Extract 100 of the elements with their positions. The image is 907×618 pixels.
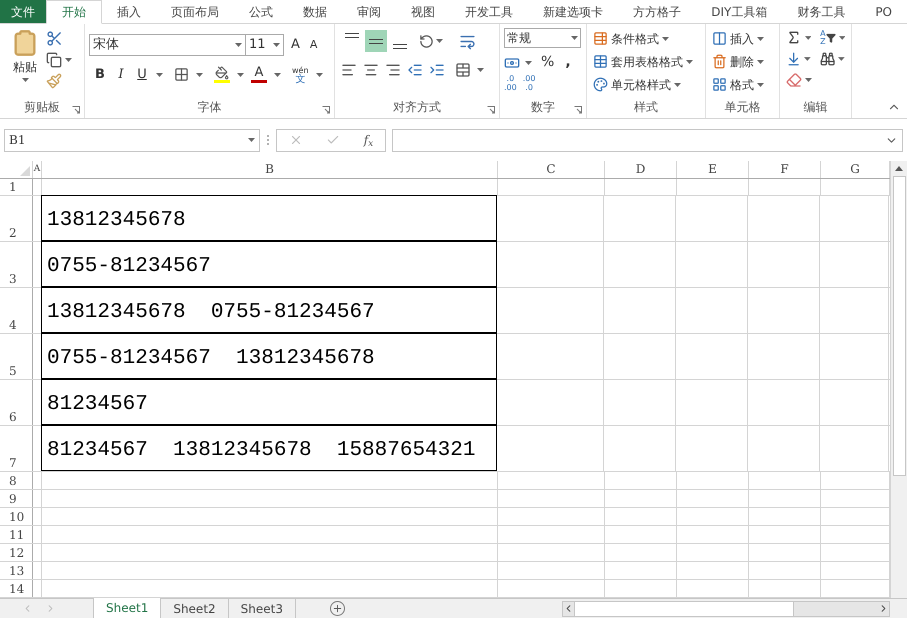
orientation-icon[interactable] <box>419 34 434 48</box>
caret-icon <box>757 36 764 40</box>
row-header[interactable]: 1 <box>0 179 33 195</box>
row-header[interactable]: 13 <box>0 562 33 579</box>
row-header[interactable]: 5 <box>0 334 33 379</box>
row-header[interactable]: 10 <box>0 508 33 525</box>
column-header[interactable]: B <box>42 161 498 178</box>
row-header[interactable]: 14 <box>0 580 33 597</box>
row-header[interactable]: 9 <box>0 490 33 507</box>
group-label: 数字 <box>530 100 556 115</box>
increase-decimal-button[interactable]: .0 .00 <box>504 74 517 92</box>
shrink-font-button[interactable]: A <box>306 36 320 54</box>
column-header[interactable]: C <box>498 161 605 178</box>
comma-button[interactable]: , <box>565 52 571 73</box>
row-header[interactable]: 3 <box>0 242 33 287</box>
increase-indent-icon[interactable] <box>429 62 445 78</box>
dialog-launcher-icon[interactable] <box>322 106 330 114</box>
group-label: 编辑 <box>802 100 828 115</box>
file-tab[interactable]: 文件 <box>0 0 46 23</box>
font-size-field[interactable]: 11 <box>246 34 284 56</box>
row-header[interactable]: 7 <box>0 426 33 471</box>
caret-icon <box>838 57 845 61</box>
table-cell: 81234567 13812345678 15887654321 <box>41 425 497 471</box>
row-header[interactable]: 12 <box>0 544 33 561</box>
group-label: 剪贴板 <box>23 100 61 115</box>
borders-icon[interactable] <box>174 67 189 82</box>
column-header[interactable]: A <box>33 161 42 178</box>
sort-filter-button[interactable]: A Z <box>820 30 836 46</box>
caret-icon <box>571 36 578 40</box>
scroll-up-icon[interactable] <box>895 166 903 171</box>
caret-icon <box>316 72 323 77</box>
row-header[interactable]: 8 <box>0 472 33 489</box>
styles-menu-button[interactable]: 套用表格格式 <box>593 52 699 71</box>
caret-icon <box>196 72 203 77</box>
font-name-field[interactable]: 宋体 <box>89 34 246 56</box>
group-label: 字体 <box>196 100 222 115</box>
dialog-launcher-icon[interactable] <box>72 106 80 114</box>
vertical-align-button[interactable] <box>365 30 387 52</box>
cut-icon[interactable] <box>46 30 63 47</box>
phonetic-button[interactable]: wén 文 <box>292 66 309 84</box>
copy-icon[interactable] <box>46 52 62 68</box>
horizontal-scrollbar[interactable] <box>562 600 890 616</box>
caret-icon <box>804 36 812 40</box>
conditional-format-icon <box>593 31 608 46</box>
table-cell: 13812345678 0755-81234567 <box>41 287 497 333</box>
row-header[interactable]: 2 <box>0 196 33 241</box>
bold-button[interactable]: B <box>93 65 107 84</box>
name-box[interactable]: B1 <box>4 128 260 152</box>
caret-icon <box>274 72 281 77</box>
sheet-tab[interactable]: Sheet3 <box>228 598 296 618</box>
insert-function-button[interactable]: f$_{x}$ <box>364 131 374 149</box>
align-left-icon[interactable] <box>341 62 357 78</box>
row-header[interactable]: 11 <box>0 526 33 543</box>
column-header[interactable]: E <box>677 161 749 178</box>
group-label: 对齐方式 <box>392 100 442 115</box>
cells-menu-button[interactable]: 格式 <box>712 75 773 94</box>
fill-color-icon[interactable] <box>215 66 229 80</box>
align-right-icon[interactable] <box>385 62 401 78</box>
ribbon-tab[interactable]: 开始 <box>46 0 102 24</box>
align-center-icon[interactable] <box>363 62 379 78</box>
align-lines-icon <box>369 38 383 44</box>
merge-cells-icon[interactable] <box>455 62 471 78</box>
decrease-indent-icon[interactable] <box>407 62 423 78</box>
sheet-tab[interactable]: Sheet1 <box>93 598 162 618</box>
underline-button[interactable]: U <box>135 65 149 84</box>
caret-icon <box>248 138 255 142</box>
formula-field[interactable] <box>392 128 903 152</box>
caret-icon <box>838 36 845 40</box>
group-label: 样式 <box>633 100 659 115</box>
font-color-button[interactable]: A <box>251 66 267 84</box>
decrease-decimal-button[interactable]: .00 .0 <box>522 74 536 92</box>
find-icon[interactable] <box>820 51 836 67</box>
new-sheet-button[interactable] <box>330 601 345 616</box>
fill-icon[interactable] <box>786 51 802 67</box>
vertical-scrollbar[interactable] <box>890 161 907 598</box>
italic-button[interactable]: I <box>114 65 128 84</box>
grow-font-button[interactable]: A <box>288 35 303 55</box>
cells-menu-button[interactable]: 插入 <box>712 29 773 48</box>
caret-icon <box>757 60 764 64</box>
corner-triangle-icon <box>20 166 30 176</box>
row-header[interactable]: 6 <box>0 380 33 425</box>
grid-icon <box>712 77 727 92</box>
palette-icon <box>593 77 608 92</box>
paste-button[interactable]: 粘贴 <box>8 29 42 99</box>
styles-menu-button[interactable]: 单元格样式 <box>593 75 699 94</box>
clear-icon[interactable] <box>786 72 802 88</box>
caret-icon <box>804 57 811 61</box>
cells-menu-button[interactable]: 删除 <box>712 52 773 71</box>
dialog-launcher-icon[interactable] <box>574 106 582 114</box>
row-header[interactable]: 4 <box>0 288 33 333</box>
percent-button[interactable]: % <box>541 52 554 73</box>
table-cell: 81234567 <box>41 379 497 425</box>
column-header[interactable]: F <box>749 161 821 178</box>
styles-menu-button[interactable]: 条件格式 <box>593 29 699 48</box>
column-header[interactable]: D <box>605 161 677 178</box>
sheet-tab[interactable]: Sheet2 <box>161 598 229 618</box>
caret-icon <box>674 82 681 86</box>
dialog-launcher-icon[interactable] <box>487 106 495 114</box>
number-format-field[interactable]: 常规 <box>504 28 581 48</box>
insert-cells-icon <box>712 31 727 46</box>
